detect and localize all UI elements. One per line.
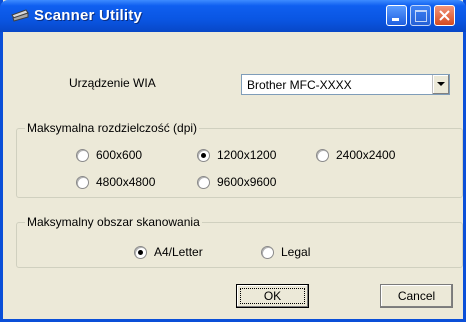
scan-area-group: Maksymalny obszar skanowania: [16, 215, 463, 268]
window-title: Scanner Utility: [34, 7, 143, 24]
maximize-button[interactable]: [410, 5, 431, 26]
close-button[interactable]: [434, 5, 455, 26]
device-select-value: Brother MFC-XXXX: [247, 78, 352, 92]
radio-label: 600x600: [96, 148, 143, 162]
ok-button[interactable]: OK: [236, 284, 309, 308]
minimize-button[interactable]: [386, 5, 407, 26]
radio-label: 2400x2400: [336, 148, 396, 162]
device-select[interactable]: Brother MFC-XXXX: [241, 74, 450, 95]
radio-circle: [197, 149, 210, 162]
radio-circle: [76, 176, 89, 189]
cancel-button[interactable]: Cancel: [380, 284, 453, 308]
radio-label: Legal: [281, 245, 311, 259]
chevron-down-icon[interactable]: [432, 75, 449, 94]
device-label: Urządzenie WIA: [69, 76, 156, 90]
scan-area-legend: Maksymalny obszar skanowania: [25, 215, 202, 229]
radio-selected-dot: [138, 250, 143, 255]
radio-circle: [76, 149, 89, 162]
radio-circle: [134, 246, 147, 259]
radio-label: 4800x4800: [96, 175, 156, 189]
title-bar[interactable]: Scanner Utility: [0, 0, 466, 32]
close-icon: [439, 10, 450, 21]
scanner-icon: [11, 9, 29, 22]
radio-selected-dot: [201, 153, 206, 158]
radio-circle: [261, 246, 274, 259]
radio-label: 1200x1200: [217, 148, 277, 162]
focus-rect: [240, 288, 305, 304]
radio-label: 9600x9600: [217, 175, 277, 189]
radio-circle: [197, 176, 210, 189]
scanner-utility-window: Scanner Utility Urządzenie WIA Brother M…: [0, 0, 466, 322]
radio-circle: [316, 149, 329, 162]
cancel-button-label: Cancel: [397, 289, 436, 303]
radio-label: A4/Letter: [154, 245, 203, 259]
resolution-legend: Maksymalna rozdzielczość (dpi): [25, 121, 200, 135]
